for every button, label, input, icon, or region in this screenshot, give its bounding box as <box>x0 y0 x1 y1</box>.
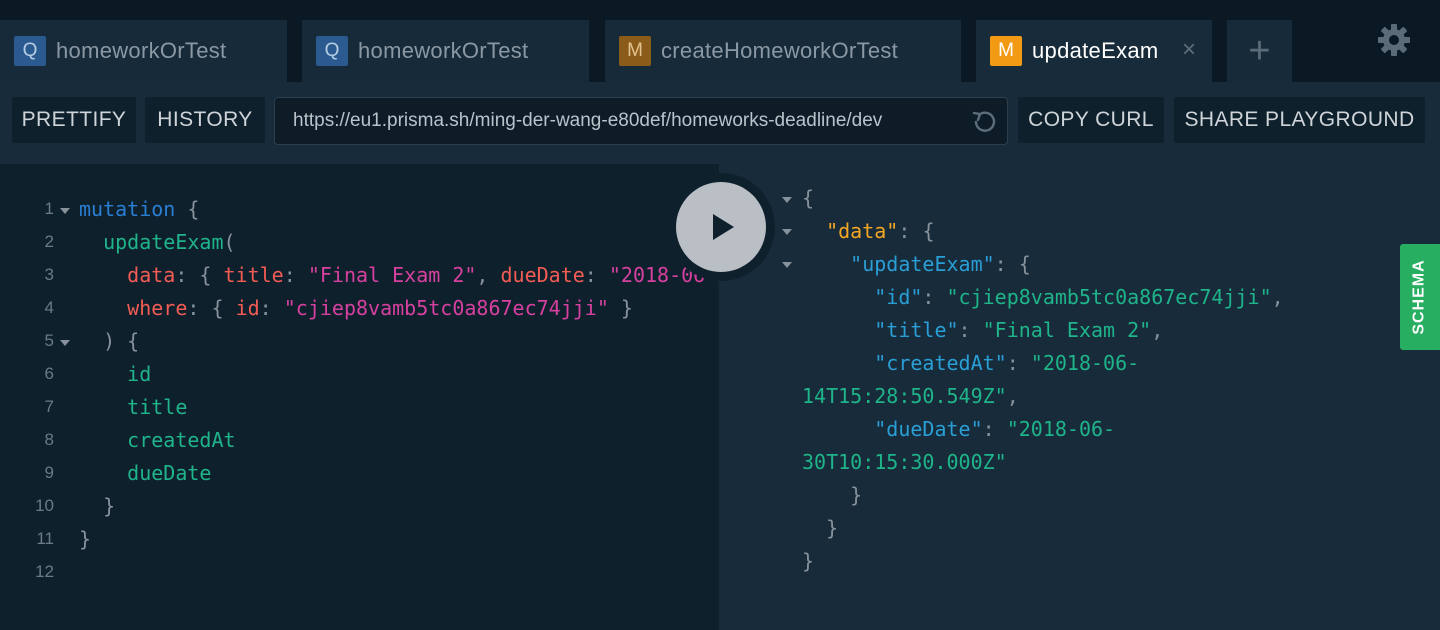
line-number: 8 <box>44 430 54 449</box>
share-playground-button[interactable]: SHARE PLAYGROUND <box>1174 97 1425 143</box>
mutation-badge: M <box>990 36 1022 66</box>
chevron-down-icon[interactable] <box>59 206 71 216</box>
chevron-down-icon[interactable] <box>59 338 71 348</box>
json-line: "dueDate": "2018-06- <box>874 417 1116 441</box>
chevron-down-icon[interactable] <box>781 260 793 270</box>
code-line: } <box>103 494 116 518</box>
json-line: 14T15:28:50.549Z", <box>802 384 1019 408</box>
line-number: 11 <box>36 529 54 548</box>
tab-homework-or-test-2[interactable]: Q homeworkOrTest <box>302 20 589 82</box>
json-line: { <box>802 186 815 210</box>
json-line: "createdAt": "2018-06- <box>874 351 1140 375</box>
json-line: 30T10:15:30.000Z" <box>802 450 1007 474</box>
endpoint-url-input[interactable]: https://eu1.prisma.sh/ming-der-wang-e80d… <box>274 97 1008 145</box>
query-badge: Q <box>14 36 46 66</box>
json-line: } <box>802 549 815 573</box>
schema-label: SCHEMA <box>1411 259 1428 335</box>
add-tab-button[interactable]: + <box>1227 20 1292 82</box>
line-number: 9 <box>44 463 54 482</box>
tab-update-exam[interactable]: M updateExam × <box>976 20 1212 82</box>
close-icon[interactable]: × <box>1182 38 1196 62</box>
tab-bar: Q homeworkOrTest Q homeworkOrTest M crea… <box>0 0 1440 82</box>
line-number: 4 <box>44 298 54 317</box>
history-button[interactable]: HISTORY <box>145 97 265 143</box>
code-line: updateExam( <box>103 230 236 254</box>
copy-curl-button[interactable]: COPY CURL <box>1018 97 1164 143</box>
code-line: data: { title: "Final Exam 2", dueDate: … <box>127 263 719 287</box>
line-number: 5 <box>44 331 54 350</box>
code-line: id <box>127 362 152 386</box>
chevron-down-icon[interactable] <box>781 227 793 237</box>
code-line: where: { id: "cjiep8vamb5tc0a867ec74jji"… <box>127 296 633 320</box>
endpoint-url-text: https://eu1.prisma.sh/ming-der-wang-e80d… <box>293 110 883 131</box>
chevron-down-icon[interactable] <box>781 195 793 205</box>
tab-homework-or-test-1[interactable]: Q homeworkOrTest <box>0 20 287 82</box>
line-number: 3 <box>44 265 54 284</box>
plus-icon: + <box>1248 30 1271 72</box>
gear-icon[interactable] <box>1376 22 1412 58</box>
execute-query-button[interactable] <box>667 173 775 281</box>
tab-label: homeworkOrTest <box>56 38 227 63</box>
schema-tab[interactable]: SCHEMA <box>1400 244 1440 350</box>
json-line: } <box>850 483 863 507</box>
json-line: "title": "Final Exam 2", <box>874 318 1164 342</box>
code-line: mutation { <box>79 197 200 221</box>
line-number: 6 <box>44 364 54 383</box>
json-line: "id": "cjiep8vamb5tc0a867ec74jji", <box>874 285 1284 309</box>
line-number: 7 <box>44 397 54 416</box>
line-number: 12 <box>35 562 54 581</box>
tab-label: homeworkOrTest <box>358 38 529 63</box>
json-line: "data": { <box>826 219 935 243</box>
line-number: 2 <box>44 232 54 251</box>
query-editor[interactable]: 1 2 3 4 5 6 7 8 9 10 11 12 mutation { up… <box>0 164 719 630</box>
line-number: 1 <box>44 199 54 218</box>
prettify-button[interactable]: PRETTIFY <box>12 97 136 143</box>
tab-label: createHomeworkOrTest <box>661 38 899 63</box>
play-icon <box>713 214 734 240</box>
code-line: title <box>127 395 188 419</box>
results-panel: { "data": { "updateExam": { "id": "cjiep… <box>719 164 1440 630</box>
json-line: "updateExam": { <box>850 252 1031 276</box>
code-line: } <box>79 527 92 551</box>
code-line: dueDate <box>127 461 212 485</box>
reload-icon[interactable] <box>971 109 997 135</box>
query-badge: Q <box>316 36 348 66</box>
code-line: createdAt <box>127 428 236 452</box>
tab-label: updateExam <box>1032 38 1159 63</box>
toolbar: PRETTIFY HISTORY https://eu1.prisma.sh/m… <box>0 82 1440 164</box>
code-line: ) { <box>103 329 140 353</box>
tab-create-homework-or-test[interactable]: M createHomeworkOrTest <box>605 20 961 82</box>
mutation-badge: M <box>619 36 651 66</box>
line-number: 10 <box>35 496 54 515</box>
json-line: } <box>826 516 839 540</box>
